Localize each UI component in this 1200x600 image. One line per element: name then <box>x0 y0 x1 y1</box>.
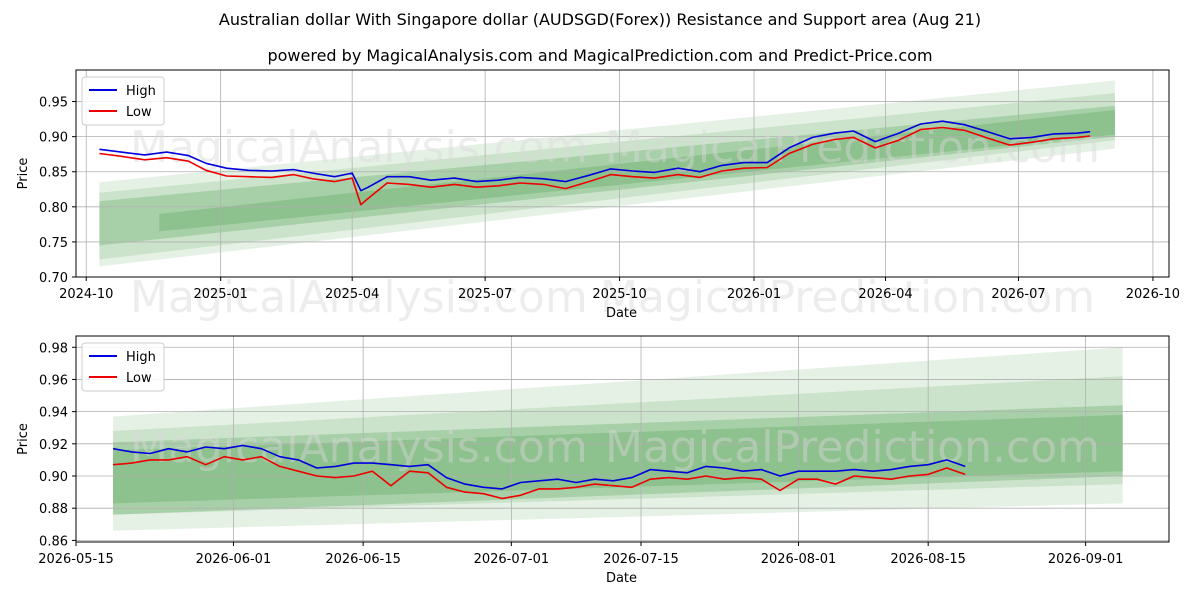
x-tick-label: 2026-07 <box>991 287 1045 302</box>
y-axis-label: Price <box>16 423 31 455</box>
legend-label-high: High <box>126 84 156 99</box>
y-tick-label: 0.85 <box>39 166 68 181</box>
x-tick-label: 2025-07 <box>458 287 512 302</box>
x-tick-label: 2026-07-01 <box>474 552 550 567</box>
legend-label-low: Low <box>126 371 152 386</box>
y-tick-label: 0.75 <box>39 236 68 251</box>
x-tick-label: 2025-01 <box>193 287 247 302</box>
x-tick-label: 2026-08-01 <box>761 552 837 567</box>
watermark: MagicalAnalysis.com <box>130 122 588 173</box>
legend-label-high: High <box>126 350 156 365</box>
watermark: MagicalPrediction.com <box>605 422 1100 473</box>
x-tick-label: 2026-06-15 <box>325 552 401 567</box>
y-tick-label: 0.88 <box>39 502 68 517</box>
prediction-bands <box>99 80 1115 267</box>
x-tick-label: 2025-04 <box>325 287 379 302</box>
y-tick-label: 0.92 <box>39 438 68 453</box>
x-tick-label: 2026-01 <box>727 287 781 302</box>
x-tick-label: 2026-05-15 <box>38 552 114 567</box>
legend-label-low: Low <box>126 105 152 120</box>
x-axis-label: Date <box>606 571 637 586</box>
chart-panel-2: MagicalAnalysis.com MagicalPrediction.com… <box>16 335 1170 586</box>
watermark: MagicalPrediction.com <box>605 122 1100 173</box>
y-tick-label: 0.80 <box>39 201 68 216</box>
x-tick-label: 2026-06-01 <box>196 552 272 567</box>
x-tick-label: 2026-08-15 <box>890 552 966 567</box>
chart-panel-1: MagicalAnalysis.com MagicalPrediction.com… <box>16 69 1180 323</box>
y-tick-label: 0.94 <box>39 406 68 421</box>
legend: High Low <box>81 342 165 392</box>
x-tick-label: 2026-10 <box>1126 287 1180 302</box>
y-tick-label: 0.90 <box>39 131 68 146</box>
watermark: MagicalAnalysis.com <box>130 422 588 473</box>
y-tick-label: 0.70 <box>39 271 68 286</box>
x-axis-label: Date <box>606 306 637 321</box>
y-tick-label: 0.95 <box>39 96 68 111</box>
y-tick-label: 0.90 <box>39 470 68 485</box>
x-tick-label: 2026-07-15 <box>603 552 679 567</box>
y-axis-label: Price <box>16 158 31 190</box>
y-tick-label: 0.96 <box>39 373 68 388</box>
x-tick-label: 2025-10 <box>592 287 646 302</box>
charts-canvas: MagicalAnalysis.com MagicalPrediction.com… <box>16 69 1180 586</box>
x-tick-label: 2026-09-01 <box>1048 552 1124 567</box>
y-tick-label: 0.98 <box>39 341 68 356</box>
x-tick-label: 2024-10 <box>59 287 113 302</box>
y-tick-label: 0.86 <box>39 534 68 549</box>
legend: High Low <box>81 76 165 126</box>
x-tick-label: 2026-04 <box>858 287 912 302</box>
